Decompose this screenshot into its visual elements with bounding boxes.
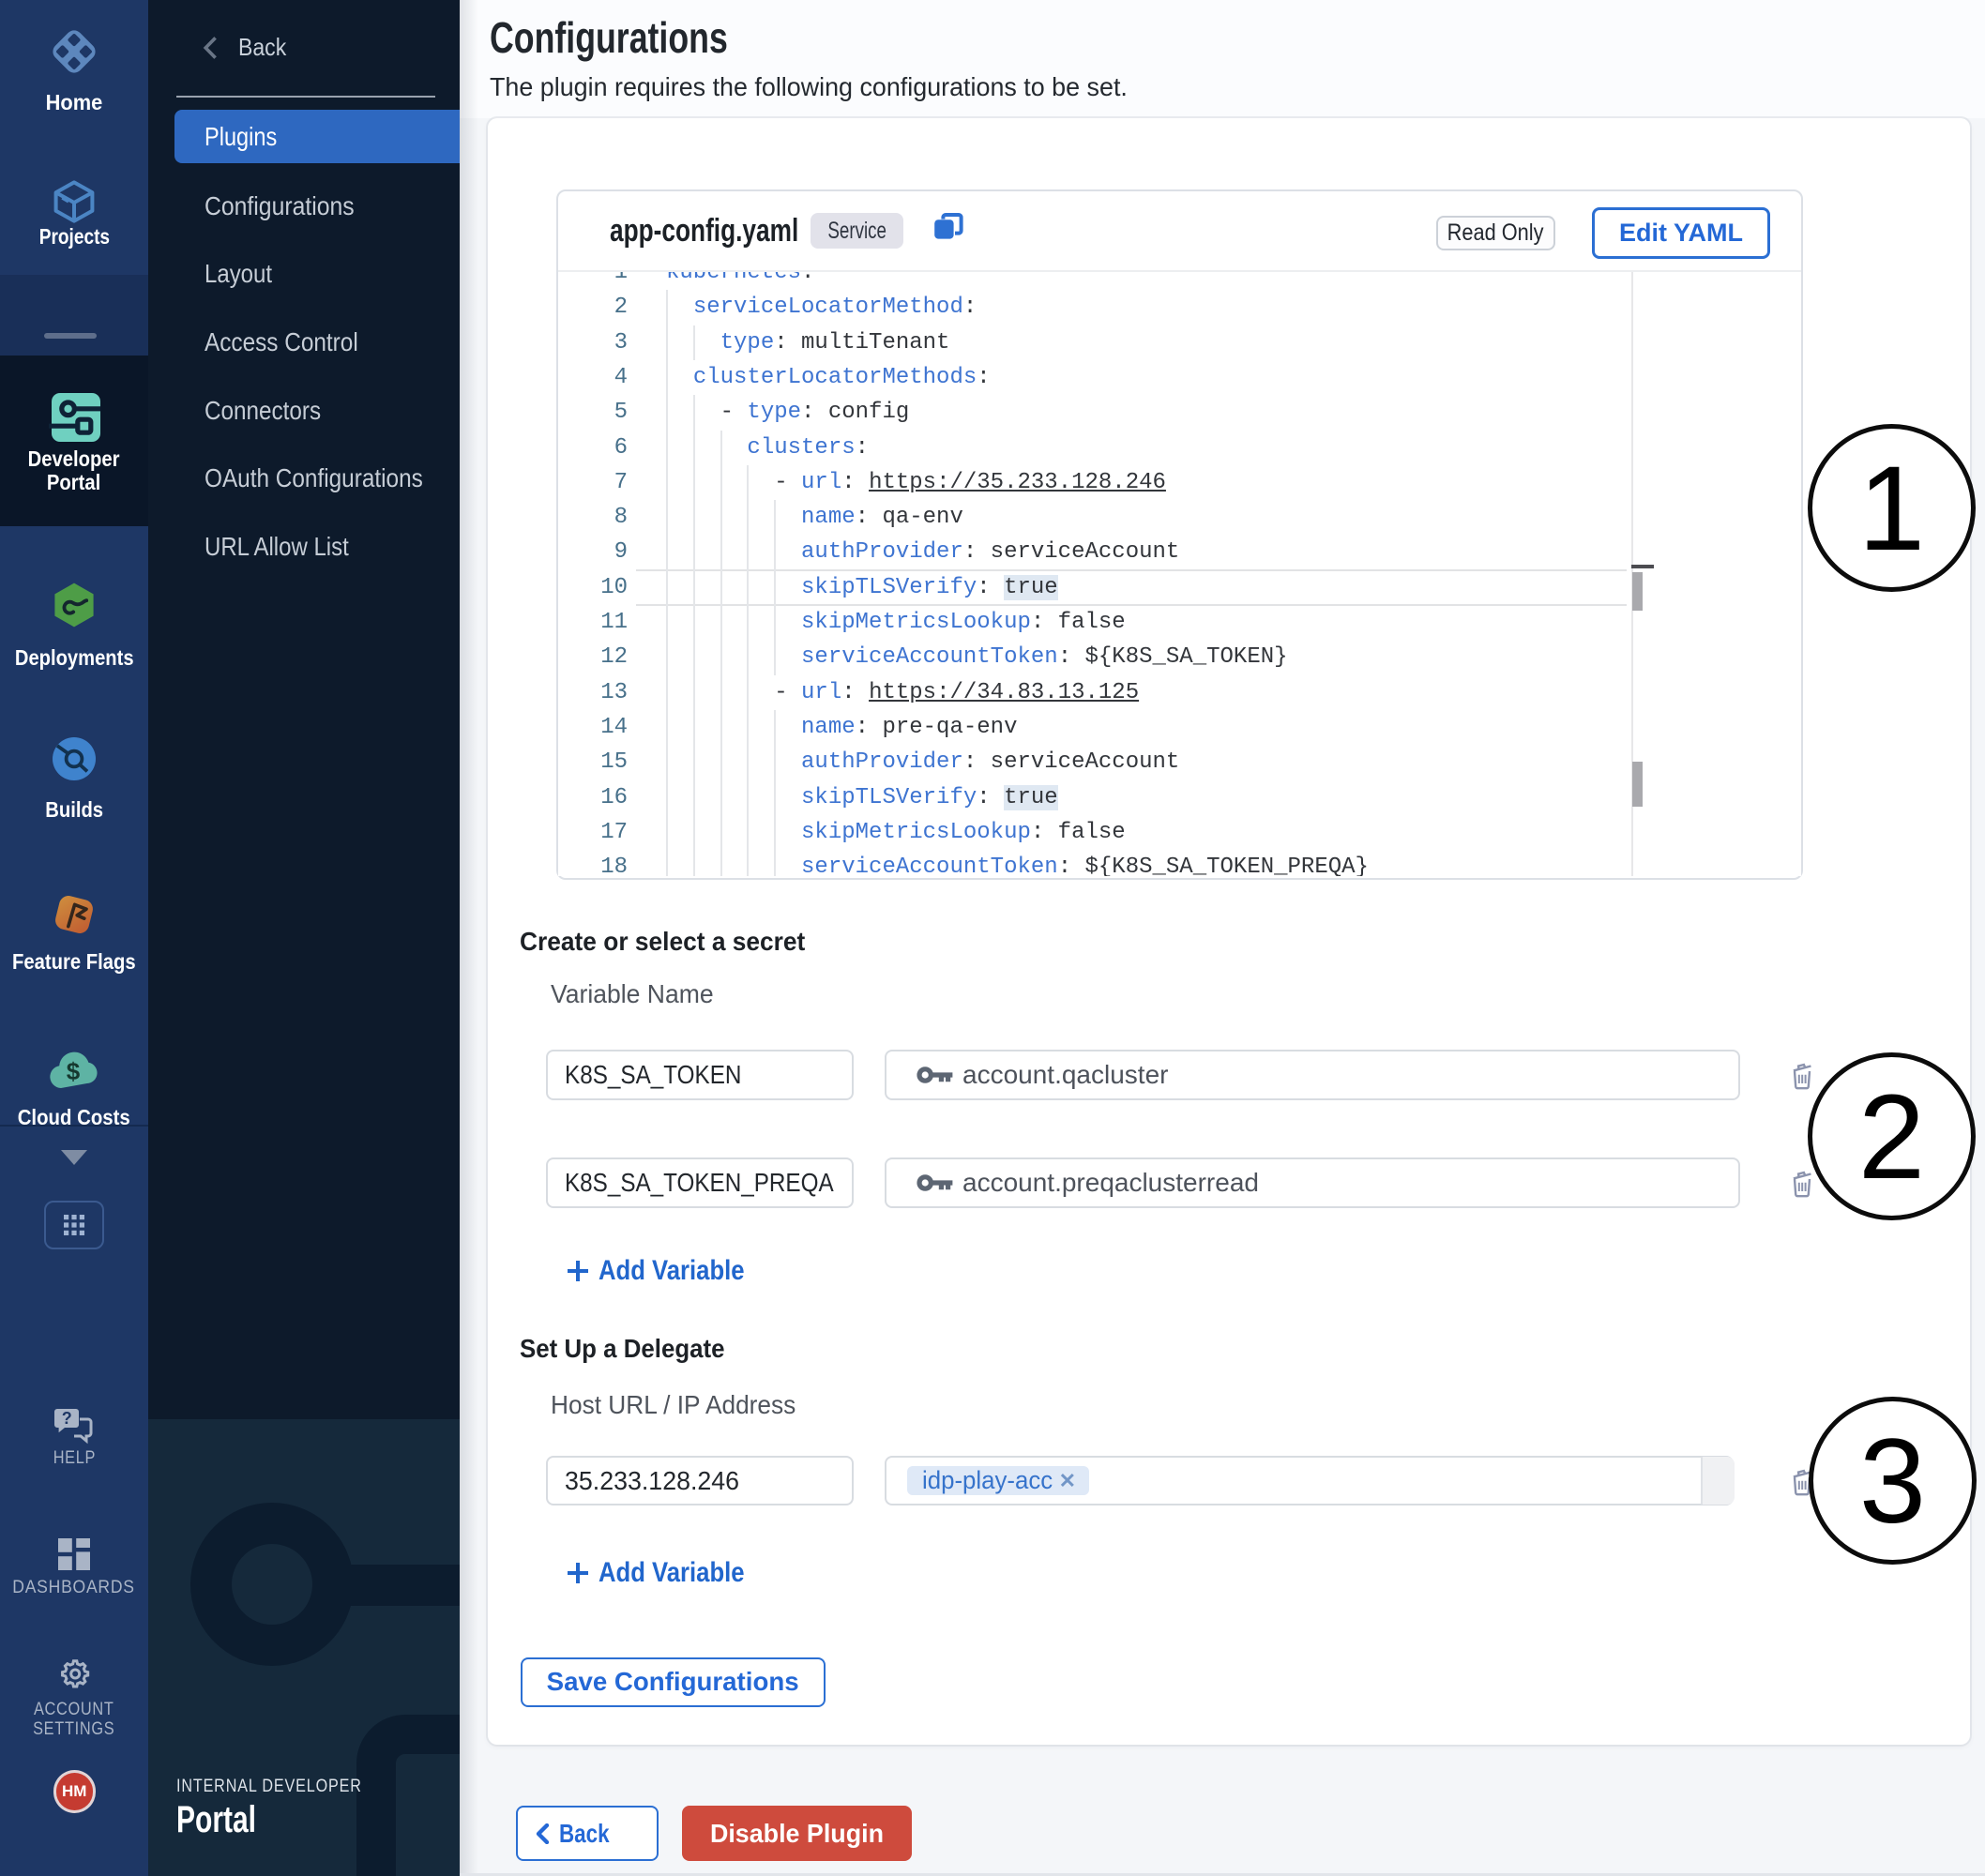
svg-text:$: $ (67, 1057, 81, 1085)
svg-text:?: ? (62, 1409, 72, 1428)
